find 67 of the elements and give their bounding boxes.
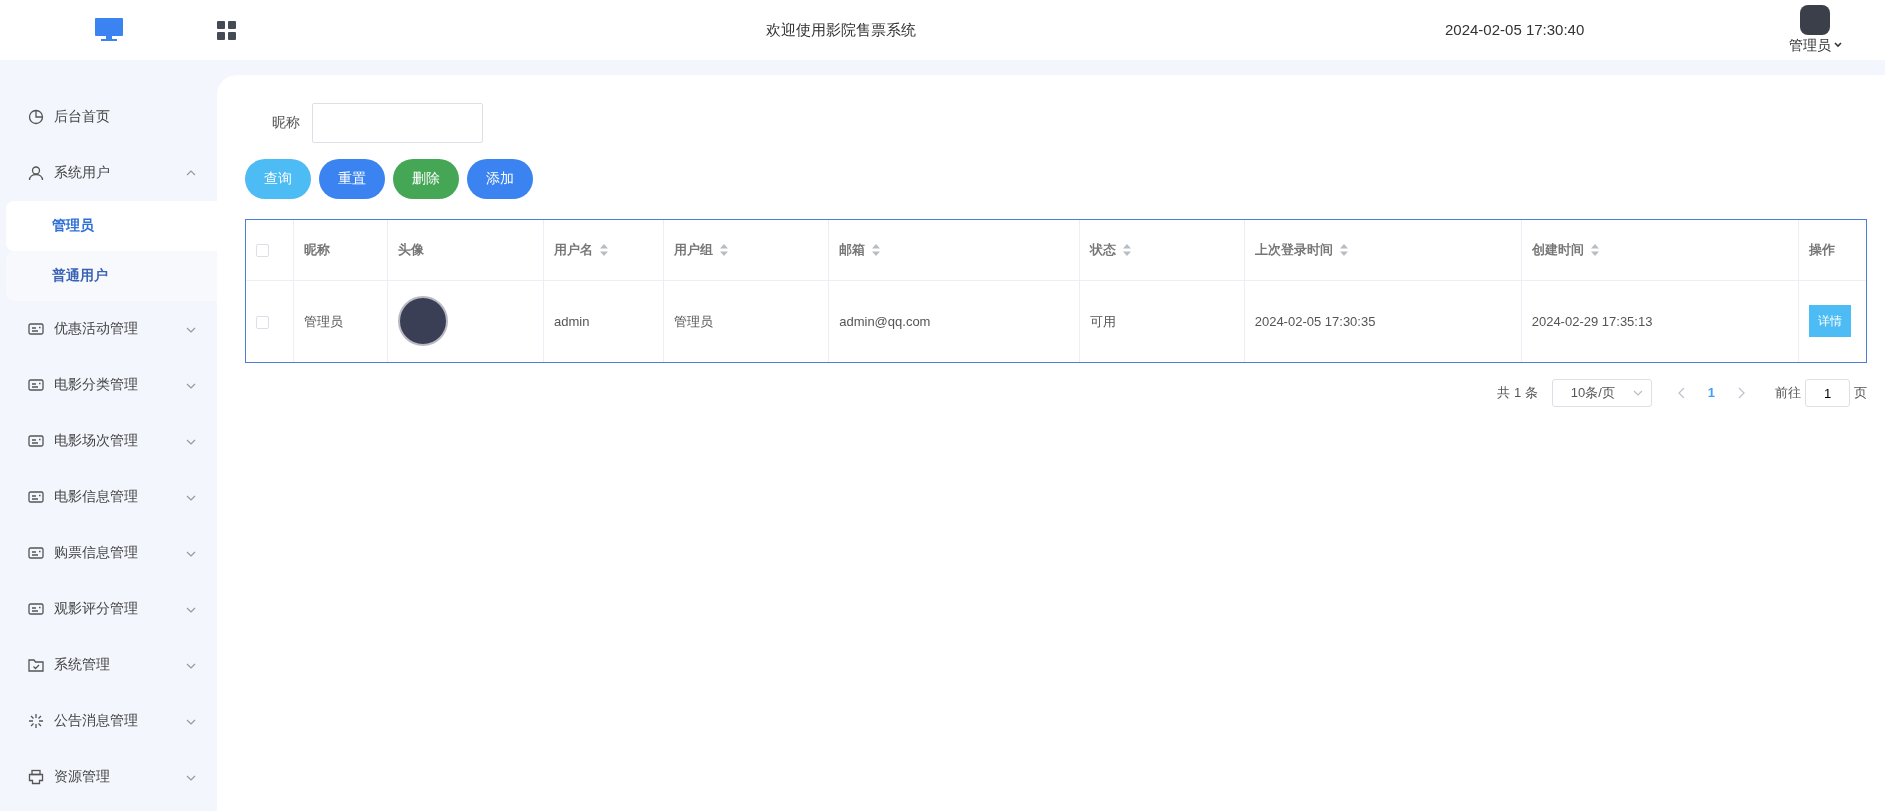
column-header[interactable]: 邮箱 xyxy=(839,240,882,260)
sort-icon[interactable] xyxy=(1338,243,1349,256)
column-header: 操作 xyxy=(1808,241,1835,259)
grid-menu-icon[interactable] xyxy=(217,20,236,40)
sidebar-item[interactable]: 电影分类管理 xyxy=(0,357,217,413)
chevron-down-icon xyxy=(1632,390,1643,396)
caret-icon[interactable] xyxy=(1833,42,1842,48)
page-number-field[interactable]: 1 xyxy=(1805,379,1850,407)
submenu-item[interactable]: 普通用户 xyxy=(6,251,217,301)
previous-page-icon[interactable] xyxy=(1677,387,1686,399)
column-header[interactable]: 状态 xyxy=(1089,240,1132,260)
sidebar-item[interactable]: 电影信息管理 xyxy=(0,469,217,525)
card-icon xyxy=(28,433,44,449)
card-icon xyxy=(28,545,44,561)
sidebar-item[interactable]: 优惠活动管理 xyxy=(0,301,217,357)
user-name[interactable]: 管理员 xyxy=(1788,34,1831,56)
monitor-logo-icon xyxy=(94,18,123,42)
sidebar-item[interactable]: 系统用户 xyxy=(0,145,217,201)
column-header[interactable]: 创建时间 xyxy=(1531,240,1600,260)
sort-icon[interactable] xyxy=(1121,243,1132,256)
sort-icon[interactable] xyxy=(719,243,730,256)
next-page-icon[interactable] xyxy=(1737,387,1745,399)
action-button[interactable]: 添加 xyxy=(467,159,533,199)
card-icon xyxy=(28,601,44,617)
pie-chart-icon xyxy=(28,109,44,125)
sidebar-item[interactable]: 系统管理 xyxy=(0,637,217,693)
nickname-field[interactable] xyxy=(312,103,483,143)
column-header[interactable]: 用户名 xyxy=(554,240,609,260)
card-icon xyxy=(28,489,44,505)
sort-icon[interactable] xyxy=(871,243,882,256)
system-title: 欢迎使用影院售票系统 xyxy=(764,19,917,40)
card-icon xyxy=(28,377,44,393)
table-cell: 可用 xyxy=(1089,313,1116,329)
row-checkbox[interactable] xyxy=(256,315,269,329)
current-datetime: 2024-02-05 17:30:40 xyxy=(1445,19,1586,40)
table-cell: 2024-02-05 17:30:35 xyxy=(1254,313,1376,329)
goto-label: 前往 xyxy=(1775,384,1801,403)
table-cell: 管理员 xyxy=(303,313,343,329)
card-icon xyxy=(28,321,44,337)
folder-check-icon xyxy=(28,657,44,673)
sidebar-item[interactable]: 电影场次管理 xyxy=(0,413,217,469)
table-cell: admin xyxy=(554,313,590,329)
select-all-checkbox[interactable] xyxy=(256,244,269,258)
column-header: 昵称 xyxy=(303,241,330,259)
column-header[interactable]: 用户组 xyxy=(674,240,730,260)
total-count: 共 1 条 xyxy=(1497,384,1538,403)
table-cell: 管理员 xyxy=(674,313,714,329)
sidebar-item[interactable]: 后台首页 xyxy=(0,89,217,145)
sidebar-item[interactable]: 购票信息管理 xyxy=(0,525,217,581)
user-avatar[interactable] xyxy=(1800,4,1830,35)
sidebar-item[interactable]: 资源管理 xyxy=(0,749,217,805)
user-icon xyxy=(28,165,44,181)
table-cell: 2024-02-29 17:35:13 xyxy=(1531,313,1653,329)
column-header[interactable]: 上次登录时间 xyxy=(1254,240,1349,260)
printer-icon xyxy=(28,769,44,785)
column-header: 头像 xyxy=(398,241,425,259)
action-button[interactable]: 重置 xyxy=(319,159,385,199)
sidebar-item[interactable]: 观影评分管理 xyxy=(0,581,217,637)
table-cell: admin@qq.com xyxy=(839,313,931,329)
sort-icon[interactable] xyxy=(599,243,609,256)
page-suffix: 页 xyxy=(1854,384,1867,403)
sparkle-icon xyxy=(28,713,44,729)
sort-icon[interactable] xyxy=(1589,243,1600,256)
nickname-label: 昵称 xyxy=(271,113,300,132)
submenu-item[interactable]: 管理员 xyxy=(6,201,217,251)
page-size-select[interactable]: 10条/页 xyxy=(1551,379,1652,407)
sidebar-item[interactable]: 公告消息管理 xyxy=(0,693,217,749)
